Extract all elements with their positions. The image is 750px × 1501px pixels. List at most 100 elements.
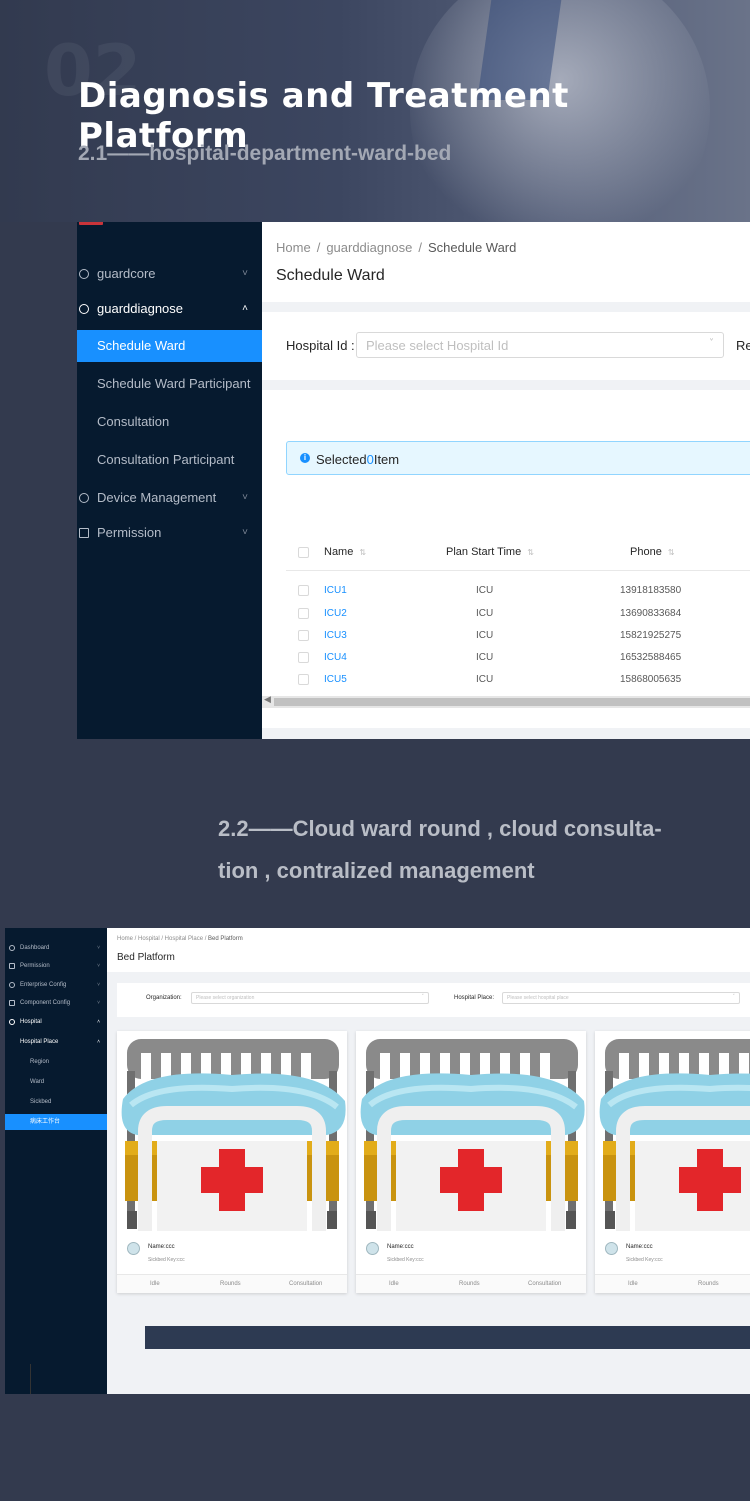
breadcrumb-separator: / — [316, 240, 321, 255]
breadcrumb-guarddiagnose[interactable]: guarddiagnose — [326, 240, 412, 255]
sidebar-item-schedule-ward[interactable]: Schedule Ward — [77, 330, 262, 362]
column-header-name[interactable]: Name ⇅ — [324, 546, 366, 558]
row-plan: ICU — [476, 630, 494, 641]
breadcrumb-path[interactable]: Home / Hospital / Hospital Place / — [117, 936, 208, 942]
row-checkbox[interactable] — [298, 652, 309, 663]
dashboard-icon — [9, 945, 15, 951]
row-plan: ICU — [476, 608, 494, 619]
row-checkbox[interactable] — [298, 608, 309, 619]
row-plan: ICU — [476, 674, 494, 685]
chevron-down-icon: ˅ — [709, 338, 714, 349]
sidebar-item-bed-platform[interactable]: 病床工作台 — [5, 1114, 107, 1130]
hospital-id-select[interactable]: Please select Hospital Id ˅ — [356, 332, 724, 358]
sidebar-item-component-config[interactable]: Component Config ˅ — [5, 994, 107, 1012]
hospital-bed-icon — [117, 1031, 347, 1231]
filter-bar: Hospital Id : Please select Hospital Id … — [262, 312, 750, 380]
sidebar-item-consultation[interactable]: Consultation — [77, 406, 262, 438]
row-checkbox[interactable] — [298, 630, 309, 641]
breadcrumb-current: Bed Platform — [208, 936, 243, 942]
select-all-checkbox[interactable] — [298, 547, 309, 558]
sidebar-item-label: guarddiagnose — [97, 301, 184, 316]
column-header-plan-start-time[interactable]: Plan Start Time ⇅ — [446, 546, 534, 558]
organization-select[interactable]: Please select organization ˅ — [191, 992, 429, 1004]
sidebar-item-label: Hospital — [20, 1019, 42, 1025]
row-name-link[interactable]: ICU3 — [324, 630, 347, 641]
row-name-link[interactable]: ICU2 — [324, 608, 347, 619]
row-phone: 13918183580 — [620, 585, 682, 596]
table-row: ICU2 ICU 13690833684 — [286, 603, 750, 625]
breadcrumb-separator: / — [418, 240, 422, 255]
row-phone: 15821925275 — [620, 630, 682, 641]
sidebar-item-dashboard[interactable]: Dashboard ˅ — [5, 939, 107, 957]
grid-icon — [9, 1000, 15, 1006]
filter-bar: Organization: Please select organization… — [117, 983, 750, 1017]
page-title: Schedule Ward — [276, 267, 385, 284]
consultation-button[interactable]: Consultation — [289, 1281, 322, 1287]
breadcrumb-home[interactable]: Home — [276, 240, 311, 255]
table-row: ICU5 ICU 15868005635 — [286, 669, 750, 691]
row-plan: ICU — [476, 585, 494, 596]
sidebar-item-consultation-participant[interactable]: Consultation Participant — [77, 444, 262, 476]
idle-button[interactable]: Idle — [389, 1281, 399, 1287]
hospital-place-label: Hospital Place: — [454, 995, 495, 1001]
consultation-button[interactable]: Consultation — [528, 1281, 561, 1287]
sidebar-item-permission[interactable]: Permission ˅ — [5, 957, 107, 975]
sidebar-item-sickbed[interactable]: Sickbed — [5, 1092, 107, 1112]
column-header-phone[interactable]: Phone ⇅ — [630, 546, 675, 558]
sidebar-item-guardcore[interactable]: guardcore ˅ — [77, 258, 262, 290]
bed-card[interactable]: Name:ccc Sickbed Key:ccc Idle Rounds Con… — [117, 1031, 347, 1293]
bed-card[interactable]: Name:ccc Sickbed Key:ccc Idle Rounds Con… — [356, 1031, 586, 1293]
row-phone: 13690833684 — [620, 608, 682, 619]
sidebar-item-hospital[interactable]: Hospital ˄ — [5, 1013, 107, 1031]
scrollbar-thumb[interactable] — [274, 698, 750, 706]
row-name-link[interactable]: ICU4 — [324, 652, 347, 663]
circle-icon — [79, 269, 89, 279]
sidebar-item-region[interactable]: Region — [5, 1052, 107, 1072]
sidebar-item-ward[interactable]: Ward — [5, 1072, 107, 1092]
sidebar-item-guarddiagnose[interactable]: guarddiagnose ˄ — [77, 293, 262, 325]
row-checkbox[interactable] — [298, 674, 309, 685]
permission-icon — [9, 963, 15, 969]
chevron-up-icon: ˄ — [242, 303, 248, 314]
chevron-up-icon: ˄ — [97, 1019, 100, 1025]
rounds-button[interactable]: Rounds — [220, 1281, 241, 1287]
text-cursor — [30, 1364, 31, 1394]
scroll-left-icon[interactable]: ◀ — [264, 695, 271, 705]
sidebar-item-label: Permission — [20, 963, 50, 969]
sidebar-item-device-management[interactable]: Device Management ˅ — [77, 482, 262, 514]
sidebar-item-enterprise-config[interactable]: Enterprise Config ˅ — [5, 976, 107, 994]
table-header: Name ⇅ Plan Start Time ⇅ Phone ⇅ — [286, 533, 750, 571]
row-checkbox[interactable] — [298, 585, 309, 596]
bed-name: Name:ccc — [626, 1244, 653, 1250]
table-row: ICU3 ICU 15821925275 — [286, 625, 750, 647]
idle-button[interactable]: Idle — [628, 1281, 638, 1287]
info-icon: i — [300, 453, 310, 463]
breadcrumb-current: Schedule Ward — [427, 240, 517, 255]
row-name-link[interactable]: ICU1 — [324, 585, 347, 596]
sidebar-item-permission[interactable]: Permission ˅ — [77, 517, 262, 549]
sidebar-item-schedule-ward-participant[interactable]: Schedule Ward Participant — [77, 368, 262, 400]
row-name-link[interactable]: ICU5 — [324, 674, 347, 685]
sidebar-item-hospital-place[interactable]: Hospital Place ˄ — [5, 1032, 107, 1052]
avatar — [366, 1242, 379, 1255]
hospital-place-select[interactable]: Please select hospital place ˅ — [502, 992, 740, 1004]
selected-count: 0 — [366, 452, 374, 467]
select-placeholder: Please select Hospital Id — [366, 338, 509, 353]
card-actions: Idle Rounds — [595, 1274, 750, 1293]
hero-subtitle: 2.1——hospital-department-ward-bed — [78, 142, 452, 165]
home-icon — [9, 1019, 15, 1025]
bed-card[interactable]: Name:ccc Sickbed Key:ccc Idle Rounds — [595, 1031, 750, 1293]
table-card: i Selected0Item Name ⇅ Plan Start Time ⇅ P… — [262, 390, 750, 728]
selection-alert: i Selected0Item — [286, 441, 750, 475]
table-row: ICU4 ICU 16532588465 — [286, 647, 750, 669]
next-filter-label: Re — [736, 338, 750, 353]
rounds-button[interactable]: Rounds — [698, 1281, 719, 1287]
chevron-down-icon: ˅ — [242, 527, 248, 538]
rounds-button[interactable]: Rounds — [459, 1281, 480, 1287]
horizontal-scrollbar[interactable]: ◀ — [262, 695, 750, 708]
chevron-down-icon: ˅ — [97, 963, 100, 969]
page-title: Bed Platform — [117, 952, 175, 963]
card-actions: Idle Rounds Consultation — [117, 1274, 347, 1293]
chevron-down-icon: ˅ — [421, 994, 425, 1000]
idle-button[interactable]: Idle — [150, 1281, 160, 1287]
